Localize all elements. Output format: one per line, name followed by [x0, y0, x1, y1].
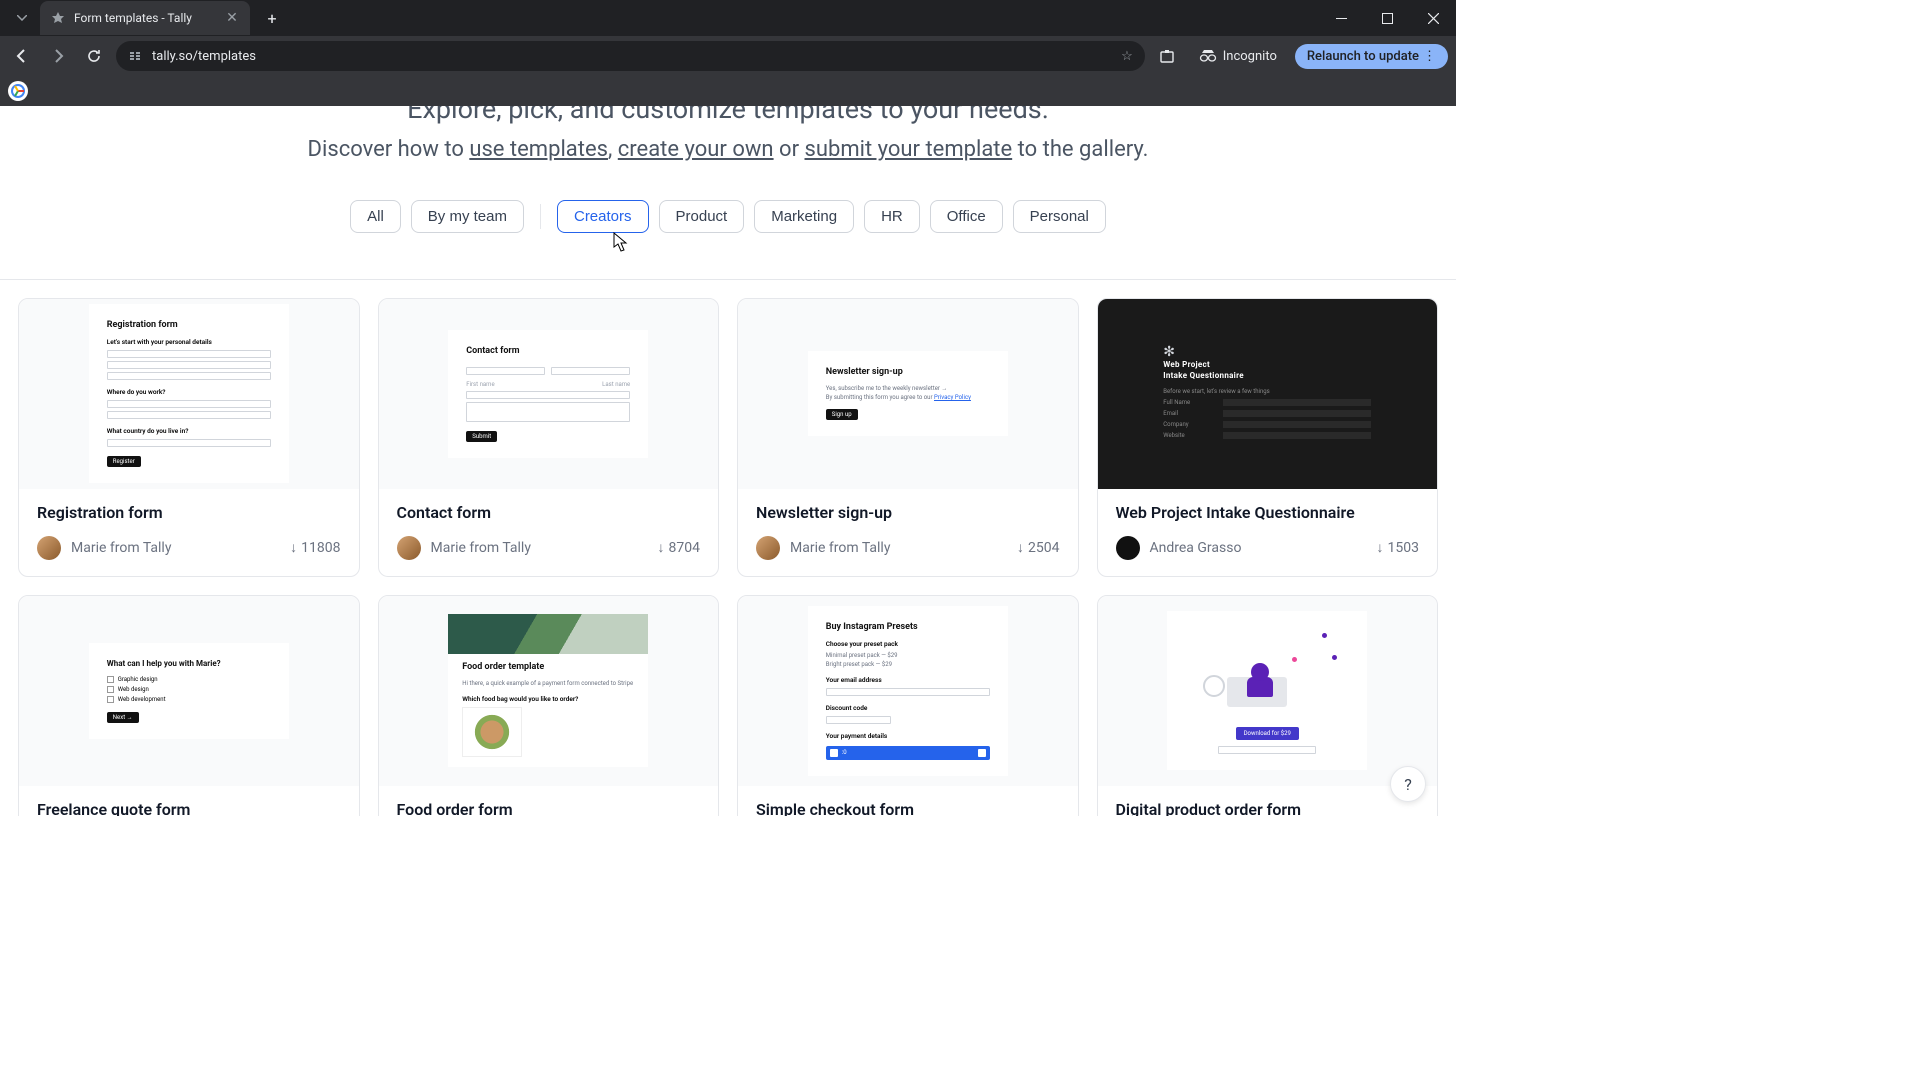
- download-count: ↓2504: [1017, 539, 1059, 556]
- minimize-button[interactable]: [1318, 0, 1364, 36]
- forward-button[interactable]: [44, 42, 72, 70]
- download-icon: ↓: [658, 539, 665, 556]
- template-thumbnail: ✻ Web Project Intake Questionnaire Befor…: [1098, 299, 1438, 489]
- filter-all[interactable]: All: [350, 200, 401, 233]
- page-heading: Explore, pick, and customize templates t…: [0, 106, 1456, 166]
- author-avatar: [1116, 536, 1140, 560]
- new-tab-button[interactable]: +: [258, 4, 286, 32]
- template-card[interactable]: Registration form Let's start with your …: [18, 298, 360, 577]
- template-thumbnail: Buy Instagram Presets Choose your preset…: [738, 596, 1078, 786]
- link-submit-template[interactable]: submit your template: [805, 137, 1013, 162]
- template-card[interactable]: Download for $29 Digital product order f…: [1097, 595, 1439, 816]
- reload-button[interactable]: [80, 42, 108, 70]
- download-icon: ↓: [1017, 539, 1024, 556]
- menu-dots-icon: ⋮: [1423, 49, 1436, 64]
- tagline-text: Explore, pick, and customize templates t…: [40, 106, 1416, 129]
- author-name: Marie from Tally: [431, 540, 648, 556]
- filter-product[interactable]: Product: [659, 200, 745, 233]
- download-count: ↓1503: [1377, 539, 1419, 556]
- tab-title: Form templates - Tally: [74, 11, 216, 25]
- template-card[interactable]: What can I help you with Marie? Graphic …: [18, 595, 360, 816]
- filter-personal[interactable]: Personal: [1013, 200, 1106, 233]
- bookmark-star-icon[interactable]: ☆: [1121, 49, 1133, 64]
- template-card[interactable]: Contact form First nameLast name Submit …: [378, 298, 720, 577]
- card-title: Newsletter sign-up: [756, 503, 1060, 522]
- tab-search-dropdown[interactable]: [8, 4, 36, 32]
- filter-bar: All By my team Creators Product Marketin…: [0, 200, 1456, 233]
- card-title: Web Project Intake Questionnaire: [1116, 503, 1420, 522]
- relaunch-update-button[interactable]: Relaunch to update ⋮: [1295, 44, 1448, 69]
- incognito-icon: [1199, 49, 1217, 63]
- filter-creators[interactable]: Creators: [557, 200, 649, 233]
- filter-hr[interactable]: HR: [864, 200, 920, 233]
- page-content: Explore, pick, and customize templates t…: [0, 106, 1456, 816]
- template-thumbnail: Registration form Let's start with your …: [19, 299, 359, 489]
- author-name: Andrea Grasso: [1150, 540, 1367, 556]
- extension-icon[interactable]: [1153, 42, 1181, 70]
- card-title: Freelance quote form: [37, 800, 341, 816]
- template-grid: Registration form Let's start with your …: [0, 280, 1456, 816]
- download-count: ↓11808: [290, 539, 340, 556]
- link-create-your-own[interactable]: create your own: [618, 137, 774, 162]
- author-avatar: [756, 536, 780, 560]
- download-icon: ↓: [1377, 539, 1384, 556]
- template-card[interactable]: Food order template Hi there, a quick ex…: [378, 595, 720, 816]
- subtitle-text: Discover how to use templates, create yo…: [40, 135, 1416, 166]
- google-bookmark-icon[interactable]: [8, 81, 28, 101]
- window-controls: [1318, 0, 1456, 36]
- template-thumbnail: Download for $29: [1098, 596, 1438, 786]
- template-card[interactable]: ✻ Web Project Intake Questionnaire Befor…: [1097, 298, 1439, 577]
- author-name: Marie from Tally: [790, 540, 1007, 556]
- card-title: Digital product order form: [1116, 800, 1420, 816]
- template-thumbnail: Contact form First nameLast name Submit: [379, 299, 719, 489]
- template-card[interactable]: Buy Instagram Presets Choose your preset…: [737, 595, 1079, 816]
- site-info-icon[interactable]: [128, 49, 142, 63]
- filter-by-my-team[interactable]: By my team: [411, 200, 524, 233]
- browser-chrome: Form templates - Tally ✕ + tally.so/temp…: [0, 0, 1456, 106]
- card-title: Food order form: [397, 800, 701, 816]
- tab-bar: Form templates - Tally ✕ +: [0, 0, 1456, 36]
- link-use-templates[interactable]: use templates: [469, 137, 608, 162]
- help-button[interactable]: ?: [1390, 766, 1426, 802]
- tab-favicon-icon: [50, 10, 66, 26]
- mouse-cursor-icon: [612, 232, 630, 254]
- tab-close-icon[interactable]: ✕: [224, 10, 240, 26]
- download-icon: ↓: [290, 539, 297, 556]
- browser-toolbar: tally.so/templates ☆ Incognito Relaunch …: [0, 36, 1456, 76]
- filter-office[interactable]: Office: [930, 200, 1003, 233]
- browser-tab[interactable]: Form templates - Tally ✕: [40, 1, 250, 35]
- template-card[interactable]: Newsletter sign-up Yes, subscribe me to …: [737, 298, 1079, 577]
- card-title: Contact form: [397, 503, 701, 522]
- filter-divider: [540, 204, 541, 229]
- bookmark-bar: [0, 76, 1456, 106]
- address-bar[interactable]: tally.so/templates ☆: [116, 41, 1145, 71]
- author-avatar: [397, 536, 421, 560]
- author-name: Marie from Tally: [71, 540, 280, 556]
- incognito-label: Incognito: [1223, 49, 1277, 64]
- download-count: ↓8704: [658, 539, 700, 556]
- author-avatar: [37, 536, 61, 560]
- template-thumbnail: What can I help you with Marie? Graphic …: [19, 596, 359, 786]
- filter-marketing[interactable]: Marketing: [754, 200, 854, 233]
- maximize-button[interactable]: [1364, 0, 1410, 36]
- card-title: Simple checkout form: [756, 800, 1060, 816]
- card-title: Registration form: [37, 503, 341, 522]
- close-window-button[interactable]: [1410, 0, 1456, 36]
- url-text: tally.so/templates: [152, 49, 256, 64]
- template-thumbnail: Food order template Hi there, a quick ex…: [379, 596, 719, 786]
- back-button[interactable]: [8, 42, 36, 70]
- template-thumbnail: Newsletter sign-up Yes, subscribe me to …: [738, 299, 1078, 489]
- incognito-indicator[interactable]: Incognito: [1189, 49, 1287, 64]
